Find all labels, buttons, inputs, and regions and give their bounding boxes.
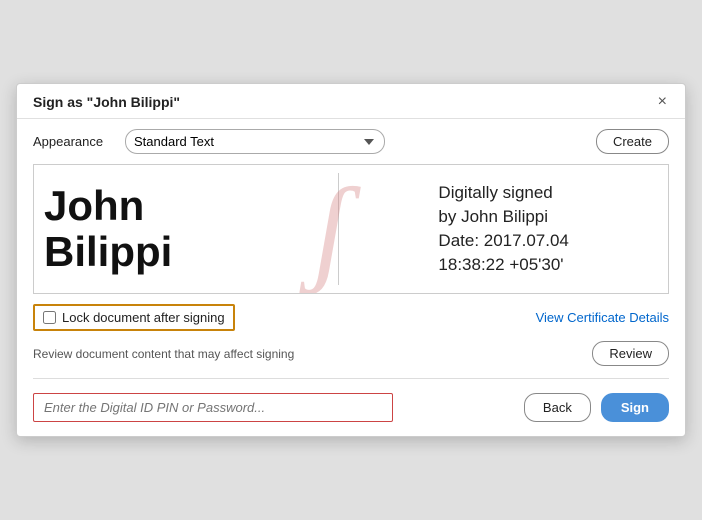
sign-dialog: Sign as "John Bilippi" × Appearance Stan… — [16, 83, 686, 437]
pin-input[interactable] — [33, 393, 393, 422]
review-text: Review document content that may affect … — [33, 347, 294, 361]
view-certificate-link[interactable]: View Certificate Details — [536, 310, 669, 325]
create-button[interactable]: Create — [596, 129, 669, 154]
signature-info-area: Digitally signedby John BilippiDate: 201… — [339, 165, 668, 293]
signature-preview: John Bilippi ʃ Digitally signedby John B… — [33, 164, 669, 294]
lock-left: Lock document after signing — [33, 304, 235, 331]
title-bar: Sign as "John Bilippi" × — [17, 84, 685, 119]
back-button[interactable]: Back — [524, 393, 591, 422]
bottom-divider — [33, 378, 669, 379]
signature-name: John Bilippi — [44, 183, 172, 275]
appearance-select[interactable]: Standard Text Custom — [125, 129, 385, 154]
lock-checkbox[interactable] — [43, 311, 56, 324]
close-button[interactable]: × — [656, 94, 669, 110]
signature-info-text: Digitally signedby John BilippiDate: 201… — [438, 181, 568, 276]
appearance-row: Appearance Standard Text Custom Create — [17, 119, 685, 164]
appearance-label: Appearance — [33, 134, 113, 149]
signature-name-area: John Bilippi ʃ — [34, 165, 338, 293]
bottom-buttons: Back Sign — [524, 393, 669, 422]
lock-label: Lock document after signing — [62, 310, 225, 325]
dialog-title: Sign as "John Bilippi" — [33, 94, 180, 110]
lock-row: Lock document after signing View Certifi… — [17, 294, 685, 337]
review-row: Review document content that may affect … — [17, 337, 685, 374]
lock-checkbox-area: Lock document after signing — [33, 304, 235, 331]
bottom-row: Back Sign — [17, 383, 685, 436]
review-button[interactable]: Review — [592, 341, 669, 366]
sign-button[interactable]: Sign — [601, 393, 669, 422]
